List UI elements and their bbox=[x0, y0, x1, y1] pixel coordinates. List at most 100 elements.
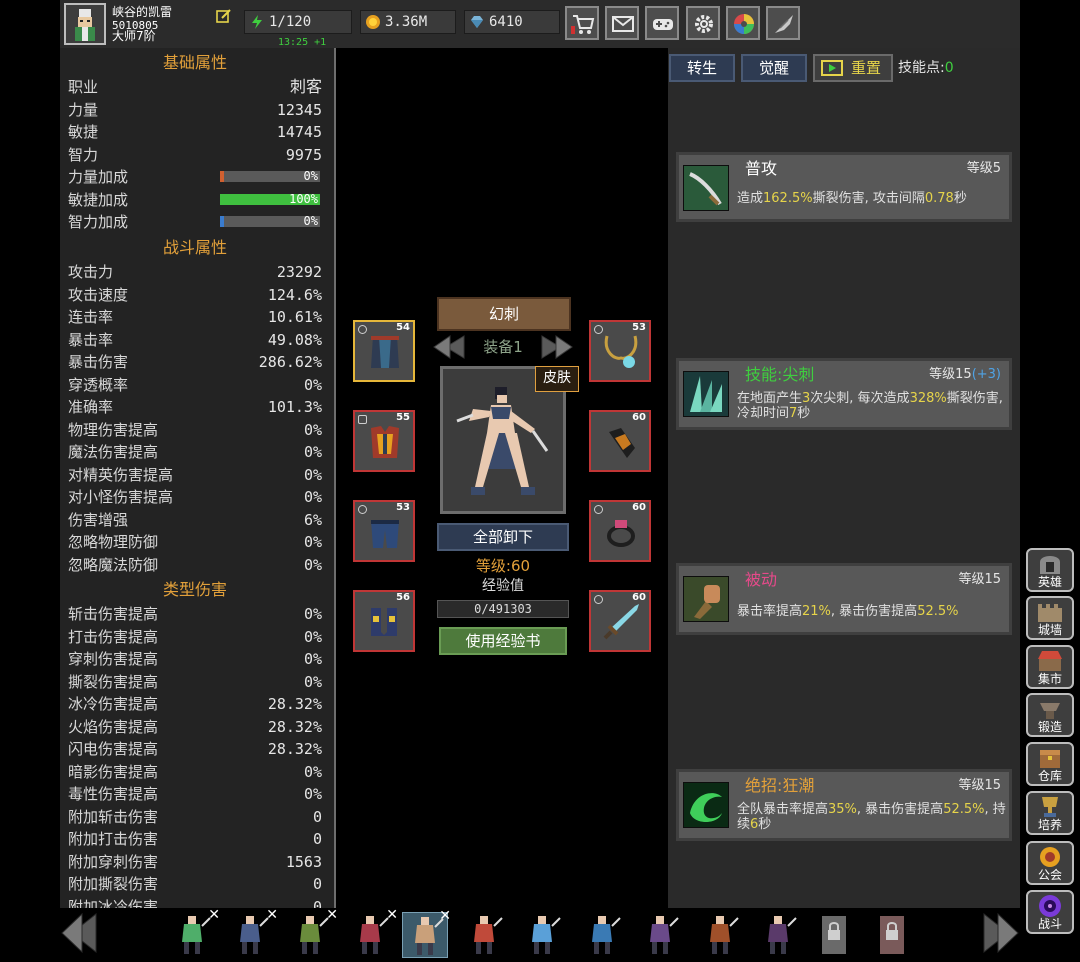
tab-awaken[interactable]: 觉醒 bbox=[741, 54, 807, 82]
prev-set-arrow-icon[interactable] bbox=[432, 334, 466, 360]
remove-hero-icon[interactable]: ✕ bbox=[208, 908, 220, 922]
sidebar-item-forge[interactable]: 锻造 bbox=[1026, 693, 1074, 737]
stat-value: 0% bbox=[303, 465, 322, 484]
hero-slot[interactable]: ✕ bbox=[402, 909, 451, 958]
stat-value: 124.6% bbox=[267, 285, 322, 304]
hero-slot[interactable] bbox=[580, 912, 626, 958]
stat-label: 连击率 bbox=[68, 308, 114, 326]
reset-button[interactable]: 重置 bbox=[813, 54, 893, 82]
hero-slot[interactable] bbox=[638, 912, 684, 958]
tab-reincarnate[interactable]: 转生 bbox=[669, 54, 735, 82]
combat-attributes-title: 战斗属性 bbox=[162, 238, 227, 257]
lock-icon bbox=[880, 916, 904, 954]
skin-button[interactable]: 皮肤 bbox=[535, 366, 579, 392]
stat-row: 附加冰冷伤害 0 bbox=[68, 896, 322, 909]
sidebar-item-warehouse[interactable]: 仓库 bbox=[1026, 742, 1074, 786]
skill-card-spike[interactable]: 技能:尖刺 等级15(+3) 在地面产生3次尖刺, 每次造成328%撕裂伤害, … bbox=[676, 358, 1012, 430]
stat-row-agi-bonus: 敏捷加成 100% bbox=[68, 191, 320, 209]
avatar-portrait bbox=[75, 9, 95, 41]
roster-prev-arrow-icon[interactable] bbox=[60, 912, 100, 954]
next-set-arrow-icon[interactable] bbox=[540, 334, 574, 360]
gem-icon bbox=[471, 16, 483, 28]
shop-button[interactable] bbox=[565, 6, 599, 40]
stat-row: 穿刺伤害提高 0% bbox=[68, 648, 322, 670]
remove-hero-icon[interactable]: ✕ bbox=[439, 909, 451, 923]
sidebar-item-train[interactable]: 培养 bbox=[1026, 791, 1074, 835]
sidebar-item-market[interactable]: 集市 bbox=[1026, 645, 1074, 689]
hero-slot[interactable]: ✕ bbox=[228, 908, 278, 958]
gold-coin-icon bbox=[366, 15, 380, 29]
hero-slot[interactable] bbox=[520, 912, 566, 958]
stat-row-str-bonus: 力量加成 0% bbox=[68, 168, 320, 186]
stat-value: 10.61% bbox=[267, 308, 322, 326]
stat-row: 连击率 10.61% bbox=[68, 306, 322, 328]
stat-row: 撕裂伤害提高 0% bbox=[68, 671, 322, 693]
stat-label: 闪电伤害提高 bbox=[68, 740, 159, 758]
sword-icon bbox=[603, 604, 639, 640]
remove-hero-icon[interactable]: ✕ bbox=[326, 908, 338, 922]
edit-icon[interactable] bbox=[216, 8, 232, 24]
wing-button[interactable] bbox=[766, 6, 800, 40]
sidebar-item-battle[interactable]: 战斗 bbox=[1026, 890, 1074, 934]
stat-row: 冰冷伤害提高 28.32% bbox=[68, 693, 322, 715]
spike-skill-icon bbox=[683, 371, 729, 417]
sidebar-item-heroes[interactable]: 英雄 bbox=[1026, 548, 1074, 592]
stat-label: 打击伤害提高 bbox=[68, 627, 159, 646]
amulet-icon bbox=[604, 335, 638, 368]
lightning-icon bbox=[252, 15, 262, 29]
skill-desc: 在地面产生3次尖刺, 每次造成328%撕裂伤害, 冷却时间7秒 bbox=[737, 391, 1009, 421]
use-exp-book-button[interactable]: 使用经验书 bbox=[439, 627, 567, 655]
equip-slot-boots[interactable]: 56 bbox=[353, 590, 415, 652]
stat-row: 忽略物理防御 0% bbox=[68, 531, 322, 553]
stat-value: 6% bbox=[303, 510, 322, 529]
remove-hero-icon[interactable]: ✕ bbox=[386, 908, 398, 922]
skill-card-passive[interactable]: 被动 等级15 暴击率提高21%, 暴击伤害提高52.5% bbox=[676, 563, 1012, 635]
boots-icon bbox=[371, 608, 397, 636]
remove-hero-icon[interactable]: ✕ bbox=[266, 908, 278, 922]
stat-row: 附加穿刺伤害 1563 bbox=[68, 851, 322, 873]
stats-scrollbar[interactable] bbox=[334, 48, 336, 908]
equip-slot-sword[interactable]: 60 bbox=[589, 590, 651, 652]
stat-row: 暗影伤害提高 0% bbox=[68, 761, 322, 783]
stat-value: 0% bbox=[303, 762, 322, 781]
player-avatar[interactable] bbox=[64, 3, 106, 45]
skill-desc-part: 35% bbox=[828, 802, 857, 817]
hero-slot[interactable] bbox=[870, 912, 916, 958]
skill-card-basic-attack[interactable]: 普攻 等级5 造成162.5%撕裂伤害, 攻击间隔0.78秒 bbox=[676, 152, 1012, 222]
exp-label: 经验值 bbox=[482, 578, 524, 594]
hero-slot[interactable]: ✕ bbox=[288, 908, 338, 958]
wheel-button[interactable] bbox=[726, 6, 760, 40]
equip-slot-ring[interactable]: 60 bbox=[589, 500, 651, 562]
pants-icon bbox=[371, 520, 399, 548]
stats-panel: 基础属性 职业 刺客 力量 12345 敏捷 14745 智力 9975 力量加成 0%… bbox=[60, 48, 336, 908]
stat-row: 魔法伤害提高 0% bbox=[68, 441, 322, 463]
hero-slot[interactable]: ✕ bbox=[170, 908, 220, 958]
equip-slot-armor[interactable]: 55 bbox=[353, 410, 415, 472]
equip-slot-gloves[interactable]: 60 bbox=[589, 410, 651, 472]
hero-slot[interactable]: ✕ bbox=[348, 908, 398, 958]
stat-label: 附加冰冷伤害 bbox=[68, 897, 159, 909]
hero-sprite bbox=[650, 916, 679, 954]
hero-slot[interactable] bbox=[698, 912, 744, 958]
shop-icon bbox=[571, 15, 595, 34]
sidebar-item-wall[interactable]: 城墙 bbox=[1026, 596, 1074, 640]
equip-slot-amulet[interactable]: 53 bbox=[589, 320, 651, 382]
settings-button[interactable] bbox=[686, 6, 720, 40]
unequip-all-button[interactable]: 全部卸下 bbox=[437, 523, 569, 551]
skill-desc-part: 秒 bbox=[758, 817, 772, 832]
type-damage-title: 类型伤害 bbox=[162, 580, 227, 599]
sidebar-item-guild[interactable]: 公会 bbox=[1026, 841, 1074, 885]
video-icon bbox=[821, 60, 843, 76]
energy-timer: 13:25 +1 bbox=[278, 37, 327, 48]
gamepad-button[interactable] bbox=[645, 6, 679, 40]
hero-slot[interactable] bbox=[812, 912, 858, 958]
hero-slot[interactable] bbox=[756, 912, 802, 958]
roster-next-arrow-icon[interactable] bbox=[980, 912, 1020, 954]
hero-slot[interactable] bbox=[462, 912, 508, 958]
equip-slot-cloak[interactable]: 54 bbox=[353, 320, 415, 382]
equip-slot-pants[interactable]: 53 bbox=[353, 500, 415, 562]
skill-desc-part: 162.5% bbox=[763, 191, 813, 206]
stat-label: 对小怪伤害提高 bbox=[68, 488, 174, 506]
skill-card-ultimate[interactable]: 绝招:狂潮 等级15 全队暴击率提高35%, 暴击伤害提高52.5%, 持续6秒 bbox=[676, 769, 1012, 841]
mail-button[interactable] bbox=[605, 6, 639, 40]
